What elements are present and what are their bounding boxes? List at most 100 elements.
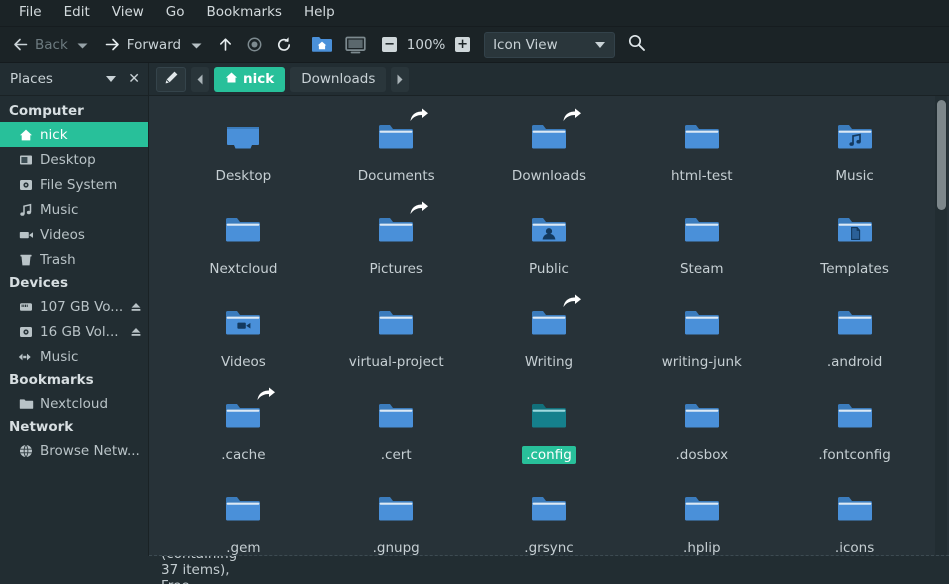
file-item-cache[interactable]: .cache (167, 383, 320, 476)
file-grid-view[interactable]: Desktop Documents Downloads html-test Mu… (149, 96, 949, 556)
file-item-documents[interactable]: Documents (320, 104, 473, 197)
file-item-gem[interactable]: .gem (167, 476, 320, 555)
file-item-label: .hplip (683, 540, 721, 556)
sidebar-item-107gb-volume[interactable]: 107 GB Vo... (0, 294, 148, 319)
home-button[interactable] (305, 31, 339, 59)
file-item-label: Pictures (369, 261, 423, 277)
menu-edit[interactable]: Edit (53, 3, 101, 24)
back-history-dropdown[interactable] (74, 31, 92, 59)
file-item-music[interactable]: Music (778, 104, 931, 197)
sidebar-item-file-system[interactable]: File System (0, 172, 148, 197)
reload-button[interactable] (269, 31, 299, 59)
file-item-downloads[interactable]: Downloads (473, 104, 626, 197)
folder-icon (525, 294, 581, 347)
zoom-in-button[interactable]: + (455, 37, 471, 52)
file-item-writing[interactable]: Writing (473, 290, 626, 383)
menu-bookmarks[interactable]: Bookmarks (196, 3, 293, 24)
file-item-label: Desktop (215, 168, 272, 184)
sidebar-item-music-device[interactable]: Music (0, 344, 148, 369)
parent-folder-button[interactable] (211, 31, 240, 59)
chevron-down-icon[interactable] (106, 76, 117, 82)
file-item-label: html-test (671, 168, 733, 184)
arrow-right-icon (104, 36, 121, 53)
menu-file[interactable]: File (8, 3, 53, 24)
folder-icon (372, 299, 420, 347)
edit-path-button[interactable] (156, 66, 186, 92)
path-scroll-left-button[interactable] (191, 66, 209, 92)
zoom-out-button[interactable]: − (382, 37, 398, 52)
file-item-grsync[interactable]: .grsync (473, 476, 626, 555)
file-item-label: Documents (357, 168, 435, 184)
breadcrumb-nick[interactable]: nick (214, 66, 286, 92)
folder-icon (525, 392, 573, 440)
menu-view[interactable]: View (101, 3, 155, 24)
symlink-emblem-icon (256, 386, 276, 404)
file-item-html-test[interactable]: html-test (625, 104, 778, 197)
file-item-virtual-project[interactable]: virtual-project (320, 290, 473, 383)
file-item-gnupg[interactable]: .gnupg (320, 476, 473, 555)
file-item-dosbox[interactable]: .dosbox (625, 383, 778, 476)
places-header: Places ✕ (0, 63, 148, 96)
stop-button[interactable] (240, 31, 269, 59)
sidebar-item-label: Music (40, 201, 79, 218)
back-button[interactable]: Back (6, 31, 74, 59)
sidebar-item-videos[interactable]: Videos (0, 222, 148, 247)
sidebar-item-label: Trash (40, 251, 76, 268)
breadcrumb-downloads[interactable]: Downloads (290, 66, 387, 92)
file-item-desktop[interactable]: Desktop (167, 104, 320, 197)
menu-help[interactable]: Help (293, 3, 346, 24)
home-icon (18, 128, 34, 142)
sidebar-item-16gb-volume[interactable]: 16 GB Vol... (0, 319, 148, 344)
search-button[interactable] (627, 33, 646, 56)
eject-icon[interactable] (130, 301, 142, 313)
sidebar-item-desktop[interactable]: Desktop (0, 147, 148, 172)
forward-history-dropdown[interactable] (187, 31, 205, 59)
file-item-label: .dosbox (675, 447, 729, 463)
vertical-scrollbar[interactable] (935, 96, 947, 555)
sidebar-item-nextcloud[interactable]: Nextcloud (0, 391, 148, 416)
sidebar-item-label: Desktop (40, 151, 96, 168)
menu-go[interactable]: Go (155, 3, 196, 24)
forward-button[interactable]: Forward (98, 31, 187, 59)
folder-icon (372, 108, 429, 161)
file-item-android[interactable]: .android (778, 290, 931, 383)
back-label: Back (35, 36, 68, 53)
chevron-left-icon (196, 70, 204, 89)
monitor-icon (345, 36, 366, 54)
sidebar-item-browse-network[interactable]: Browse Netw... (0, 438, 148, 463)
sidebar-item-trash[interactable]: Trash (0, 247, 148, 272)
home-icon (225, 71, 238, 88)
file-item-hplip[interactable]: .hplip (625, 476, 778, 556)
view-mode-select[interactable]: Icon View (484, 31, 616, 58)
close-icon[interactable]: ✕ (128, 72, 140, 86)
file-item-pictures[interactable]: Pictures (320, 197, 473, 290)
file-item-label: .config (522, 446, 576, 464)
folder-icon (678, 299, 726, 347)
file-item-steam[interactable]: Steam (625, 197, 778, 290)
path-scroll-right-button[interactable] (391, 66, 410, 92)
file-item-label: .cert (380, 447, 412, 463)
file-item-writing-junk[interactable]: writing-junk (625, 290, 778, 383)
globe-icon (18, 444, 34, 458)
file-item-templates[interactable]: Templates (778, 197, 931, 290)
scrollbar-thumb[interactable] (937, 100, 946, 210)
file-item-nextcloud[interactable]: Nextcloud (167, 197, 320, 290)
eject-icon[interactable] (130, 326, 142, 338)
folder-icon (678, 206, 726, 254)
file-item-icons[interactable]: .icons (778, 476, 931, 556)
sidebar-item-nick[interactable]: nick (0, 122, 148, 147)
desktop-button[interactable] (339, 31, 372, 59)
sidebar-group-computer: Computer (9, 103, 84, 119)
places-sidebar: Places ✕ Computer nick Desktop File Syst… (0, 63, 149, 556)
file-item-fontconfig[interactable]: .fontconfig (778, 383, 931, 476)
sidebar-item-music[interactable]: Music (0, 197, 148, 222)
file-item-videos[interactable]: Videos (167, 290, 320, 383)
sidebar-group-bookmarks: Bookmarks (9, 372, 94, 388)
file-item-public[interactable]: Public (473, 197, 626, 290)
file-item-config[interactable]: .config (473, 383, 626, 476)
file-item-cert[interactable]: .cert (320, 383, 473, 476)
folder-video-icon (219, 299, 267, 347)
file-item-label: .icons (834, 540, 875, 556)
menu-bar: File Edit View Go Bookmarks Help (0, 0, 949, 27)
folder-icon (219, 485, 267, 533)
